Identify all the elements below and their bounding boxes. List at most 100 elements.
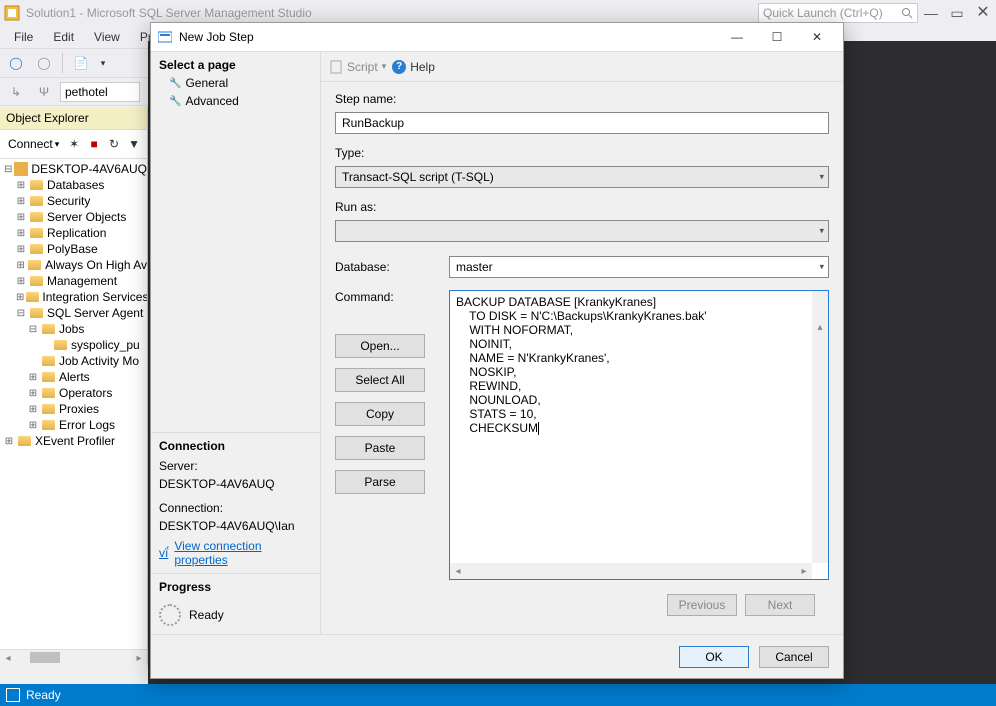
refresh-icon[interactable]: ↻ <box>105 133 123 155</box>
menu-view[interactable]: View <box>84 28 130 46</box>
minimize-button[interactable]: — <box>918 0 944 26</box>
tree-node[interactable]: Job Activity Mo <box>0 353 147 369</box>
view-connection-link[interactable]: vḯView connection properties <box>159 535 312 567</box>
folder-icon <box>40 322 56 336</box>
select-all-button[interactable]: Select All <box>335 368 425 392</box>
link-icon: vḯ <box>159 546 168 560</box>
nav-back-button[interactable]: ◯ <box>4 52 28 74</box>
tree-node[interactable]: ⊞Server Objects <box>0 209 147 225</box>
tree-node[interactable]: ⊞Integration Services <box>0 289 147 305</box>
text-caret <box>538 422 539 435</box>
menu-edit[interactable]: Edit <box>43 28 84 46</box>
tree-node[interactable]: ⊞Management <box>0 273 147 289</box>
tree-node[interactable]: ⊞Replication <box>0 225 147 241</box>
server-icon <box>14 162 28 176</box>
scroll-right-icon[interactable]: ▸ <box>131 650 147 666</box>
database-selector-input[interactable] <box>60 82 140 102</box>
horizontal-scrollbar[interactable]: ◂ ▸ <box>0 649 147 665</box>
tree-node[interactable]: ⊞Operators <box>0 385 147 401</box>
tree-node[interactable]: ⊞PolyBase <box>0 241 147 257</box>
close-button[interactable]: ✕ <box>970 0 996 26</box>
dialog-close-button[interactable]: ✕ <box>797 24 837 50</box>
tree-node[interactable]: ⊞Alerts <box>0 369 147 385</box>
tree-node[interactable]: ⊞Databases <box>0 177 147 193</box>
scroll-right-icon[interactable]: ▸ <box>796 563 812 579</box>
expand-icon[interactable]: ⊞ <box>16 260 25 271</box>
tree-node[interactable]: syspolicy_pu <box>0 337 147 353</box>
expand-icon[interactable]: ⊞ <box>28 404 38 415</box>
previous-button[interactable]: Previous <box>667 594 737 616</box>
scroll-left-icon[interactable]: ◂ <box>0 650 16 666</box>
quick-launch-input[interactable]: Quick Launch (Ctrl+Q) <box>758 3 918 23</box>
expand-icon[interactable]: ⊞ <box>16 292 24 303</box>
connection-header: Connection <box>159 439 312 457</box>
ok-button[interactable]: OK <box>679 646 749 668</box>
connect-button[interactable]: Connect▾ <box>4 135 63 153</box>
filter-icon[interactable]: ▼ <box>125 133 143 155</box>
object-explorer-tree[interactable]: ⊟ DESKTOP-4AV6AUQ (SQ ⊞Databases⊞Securit… <box>0 159 147 451</box>
vertical-scrollbar[interactable]: ▴ <box>812 291 828 563</box>
expand-icon[interactable]: ⊞ <box>16 180 26 191</box>
dialog-maximize-button[interactable]: ☐ <box>757 24 797 50</box>
expand-icon[interactable]: ⊞ <box>16 228 26 239</box>
folder-icon <box>40 370 56 384</box>
expand-icon[interactable]: ⊞ <box>4 436 14 447</box>
step-name-input[interactable] <box>335 112 829 134</box>
nav-fwd-button[interactable]: ◯ <box>32 52 56 74</box>
command-textarea[interactable]: BACKUP DATABASE [KrankyKranes] TO DISK =… <box>449 290 829 580</box>
tree-root[interactable]: ⊟ DESKTOP-4AV6AUQ (SQ <box>0 161 147 177</box>
type-combo[interactable]: Transact-SQL script (T-SQL)▾ <box>335 166 829 188</box>
script-icon <box>329 60 343 74</box>
runas-combo[interactable]: ▾ <box>335 220 829 242</box>
maximize-button[interactable]: ▭ <box>944 0 970 26</box>
horizontal-scrollbar[interactable]: ◂ ▸ <box>450 563 812 579</box>
scroll-up-icon[interactable]: ▴ <box>812 319 828 335</box>
expand-icon[interactable]: ⊟ <box>28 324 38 335</box>
expand-icon[interactable]: ⊞ <box>28 420 38 431</box>
search-icon <box>901 7 913 19</box>
folder-icon <box>28 194 44 208</box>
expand-icon[interactable]: ⊞ <box>16 244 26 255</box>
step-name-label: Step name: <box>335 92 829 108</box>
expand-icon[interactable]: ⊟ <box>16 308 26 319</box>
toolbar-dropdown-icon[interactable]: ▾ <box>97 52 109 74</box>
page-general[interactable]: 🔧General <box>151 74 320 92</box>
disconnect-icon[interactable]: ✶ <box>65 133 83 155</box>
expand-icon[interactable]: ⊞ <box>28 372 38 383</box>
object-explorer-connect-bar: Connect▾ ✶ ■ ↻ ▼ <box>0 130 147 159</box>
folder-icon <box>28 226 44 240</box>
help-button[interactable]: ? Help <box>392 60 435 74</box>
stop-icon[interactable]: ■ <box>85 133 103 155</box>
fork-icon[interactable]: Ψ <box>32 81 56 103</box>
scroll-left-icon[interactable]: ◂ <box>450 563 466 579</box>
status-text: Ready <box>26 688 61 702</box>
paste-button[interactable]: Paste <box>335 436 425 460</box>
new-query-button[interactable]: 📄 <box>69 52 93 74</box>
status-icon <box>6 688 20 702</box>
expand-icon[interactable]: ⊞ <box>16 212 26 223</box>
expand-icon[interactable]: ⊞ <box>16 196 26 207</box>
open-button[interactable]: Open... <box>335 334 425 358</box>
tree-node[interactable]: ⊟Jobs <box>0 321 147 337</box>
database-combo[interactable]: master▾ <box>449 256 829 278</box>
scrollbar-thumb[interactable] <box>30 652 60 663</box>
expand-icon[interactable]: ⊞ <box>28 388 38 399</box>
tree-node[interactable]: ⊞Error Logs <box>0 417 147 433</box>
cancel-button[interactable]: Cancel <box>759 646 829 668</box>
expand-icon[interactable]: ⊞ <box>16 276 26 287</box>
tree-node[interactable]: ⊞Proxies <box>0 401 147 417</box>
menu-file[interactable]: File <box>4 28 43 46</box>
script-button[interactable]: Script ▾ <box>329 60 386 74</box>
tree-node[interactable]: ⊞Always On High Av <box>0 257 147 273</box>
tree-node[interactable]: ⊞Security <box>0 193 147 209</box>
tree-icon[interactable]: ↳ <box>4 81 28 103</box>
parse-button[interactable]: Parse <box>335 470 425 494</box>
copy-button[interactable]: Copy <box>335 402 425 426</box>
tree-node[interactable]: ⊟SQL Server Agent <box>0 305 147 321</box>
next-button[interactable]: Next <box>745 594 815 616</box>
runas-label: Run as: <box>335 200 829 216</box>
collapse-icon[interactable]: ⊟ <box>4 164 12 175</box>
page-advanced[interactable]: 🔧Advanced <box>151 92 320 110</box>
dialog-minimize-button[interactable]: — <box>717 24 757 50</box>
tree-node-xevent[interactable]: ⊞ XEvent Profiler <box>0 433 147 449</box>
